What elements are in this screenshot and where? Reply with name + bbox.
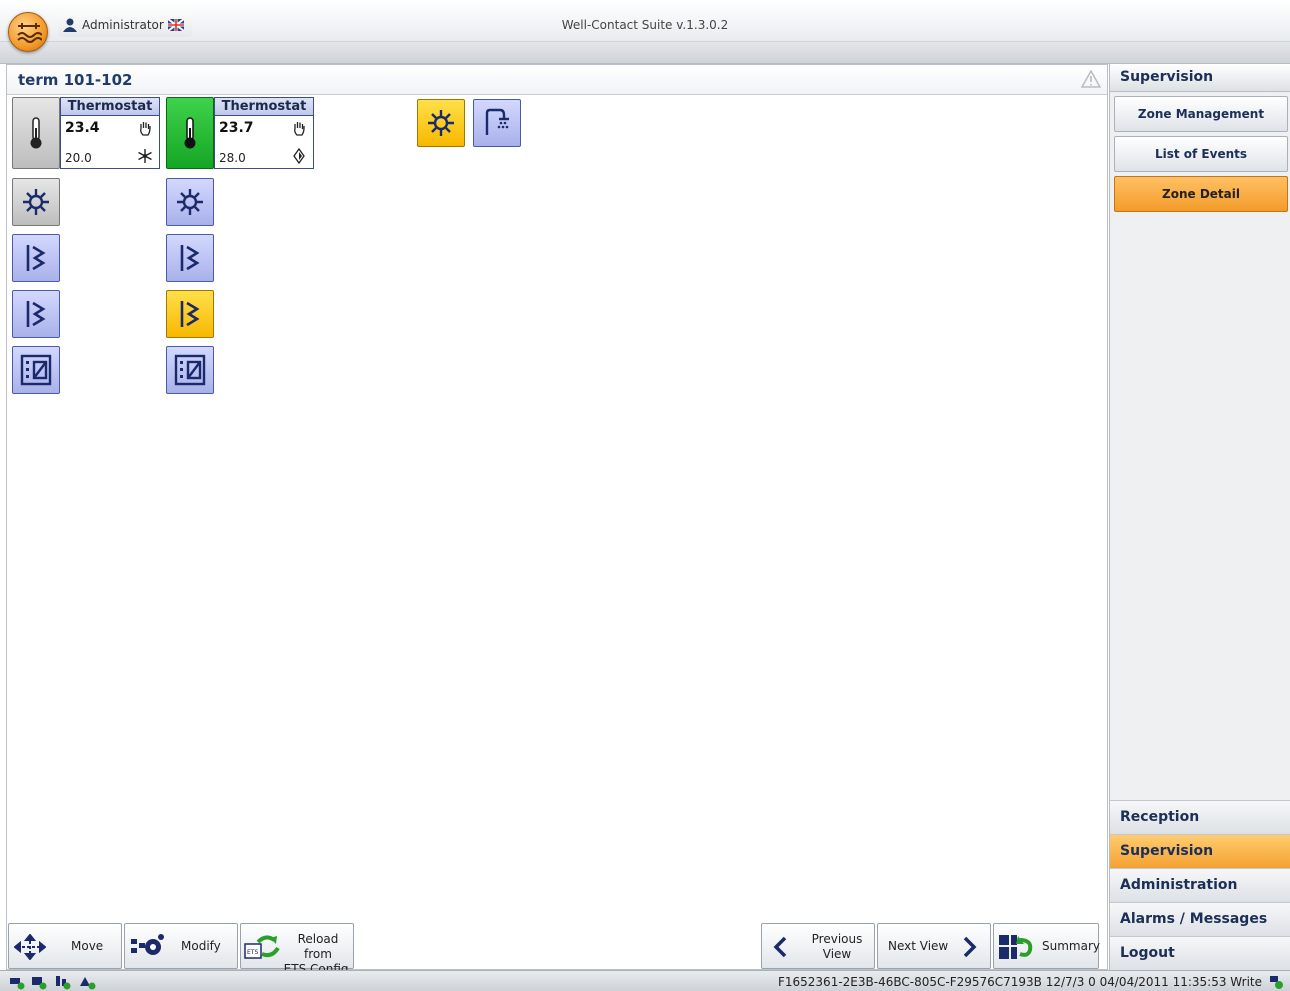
summary-button[interactable]: Summary — [993, 923, 1100, 969]
thermostat-current-temp: 23.4 — [65, 120, 100, 136]
warning-icon[interactable] — [1081, 70, 1101, 88]
status-bar: F1652361-2E3B-46BC-805C-F29576C7193B 12/… — [0, 970, 1290, 991]
snowflake-icon — [138, 149, 152, 163]
light-icon — [428, 110, 454, 136]
previous-label-line2: View — [822, 947, 852, 961]
hand-icon — [294, 122, 305, 136]
thermostat-label: Thermostat — [61, 98, 159, 116]
thermostat-2-button[interactable] — [166, 97, 214, 169]
previous-label-line1: Previous — [811, 932, 863, 946]
title-bar: Administrator Well-Contact Suite v.1.3.0… — [0, 0, 1290, 42]
thermostat-1-button[interactable] — [12, 97, 60, 169]
next-label: Next View — [888, 939, 949, 953]
logo-icon — [17, 23, 42, 43]
previous-view-button[interactable]: Previous View — [761, 923, 875, 969]
sidebar: Supervision Zone Management List of Even… — [1109, 64, 1290, 970]
blind-icon — [26, 245, 46, 271]
shower-icon — [485, 108, 509, 135]
blind-icon — [180, 245, 200, 271]
sun-icon — [293, 148, 305, 164]
blind-button-3[interactable] — [166, 234, 214, 282]
light-button-2[interactable] — [166, 178, 214, 226]
chevron-left-icon — [773, 936, 787, 958]
window-contact-icon — [20, 354, 52, 386]
summary-icon — [999, 935, 1033, 959]
status-indicators-icon — [10, 976, 96, 990]
window-contact-button-1[interactable] — [12, 346, 60, 394]
thermostat-current-temp: 23.7 — [219, 120, 254, 136]
nav-logout[interactable]: Logout — [1110, 936, 1290, 970]
nav-supervision[interactable]: Supervision — [1110, 834, 1290, 868]
thermostat-setpoint: 28.0 — [219, 151, 246, 165]
light-icon — [177, 189, 203, 215]
thermostat-setpoint: 20.0 — [65, 151, 92, 165]
modify-gear-icon — [131, 934, 164, 955]
svg-text:ETS: ETS — [247, 949, 258, 956]
window-contact-button-2[interactable] — [166, 346, 214, 394]
window-contact-icon — [174, 354, 206, 386]
nav-administration[interactable]: Administration — [1110, 868, 1290, 902]
bottom-toolbar: Move Modify ETS Reload from ETS Config. … — [6, 920, 1108, 976]
shower-button[interactable] — [473, 99, 521, 147]
blind-icon — [180, 301, 200, 327]
modify-button[interactable]: Modify — [124, 923, 238, 969]
status-text: F1652361-2E3B-46BC-805C-F29576C7193B 12/… — [777, 975, 1262, 989]
window-title: Well-Contact Suite v.1.3.0.2 — [561, 18, 729, 32]
blind-button-4[interactable] — [166, 290, 214, 338]
thermometer-icon — [184, 117, 196, 149]
menu-bar — [0, 42, 1290, 64]
blind-icon — [26, 301, 46, 327]
reload-ets-icon: ETS — [244, 935, 280, 959]
connection-ok-icon — [1270, 976, 1283, 989]
nav-reception[interactable]: Reception — [1110, 800, 1290, 834]
zone-management-button[interactable]: Zone Management — [1114, 96, 1288, 132]
thermostat-1-panel[interactable]: Thermostat 23.4 20.0 — [60, 97, 160, 169]
blind-button-2[interactable] — [12, 290, 60, 338]
sidebar-title: Supervision — [1110, 64, 1290, 92]
summary-label: Summary — [1042, 939, 1100, 953]
hand-icon — [140, 122, 151, 136]
modify-label: Modify — [181, 939, 221, 953]
zone-detail-button[interactable]: Zone Detail — [1114, 176, 1288, 212]
move-label: Move — [71, 939, 104, 953]
thermostat-2-panel[interactable]: Thermostat 23.7 28.0 — [214, 97, 314, 169]
move-button[interactable]: Move — [8, 923, 122, 969]
app-logo[interactable] — [8, 12, 48, 52]
chevron-right-icon — [963, 936, 977, 958]
light-icon — [23, 189, 49, 215]
nav-alarms-messages[interactable]: Alarms / Messages — [1110, 902, 1290, 936]
move-arrows-icon — [14, 934, 46, 960]
blind-button-1[interactable] — [12, 234, 60, 282]
thermometer-icon — [30, 117, 42, 149]
zone-detail-panel: term 101-102 Thermostat 23.4 20.0 Thermo… — [6, 64, 1108, 970]
reload-ets-button[interactable]: ETS Reload from ETS Config. — [240, 923, 354, 976]
reload-label-line1: Reload from — [297, 932, 339, 961]
light-button-top[interactable] — [417, 99, 465, 147]
zone-title-text: term 101-102 — [18, 71, 133, 89]
thermostat-label: Thermostat — [215, 98, 313, 116]
next-view-button[interactable]: Next View — [877, 923, 991, 969]
light-button-1[interactable] — [12, 178, 60, 226]
zone-title: term 101-102 — [7, 65, 1107, 95]
list-of-events-button[interactable]: List of Events — [1114, 136, 1288, 172]
